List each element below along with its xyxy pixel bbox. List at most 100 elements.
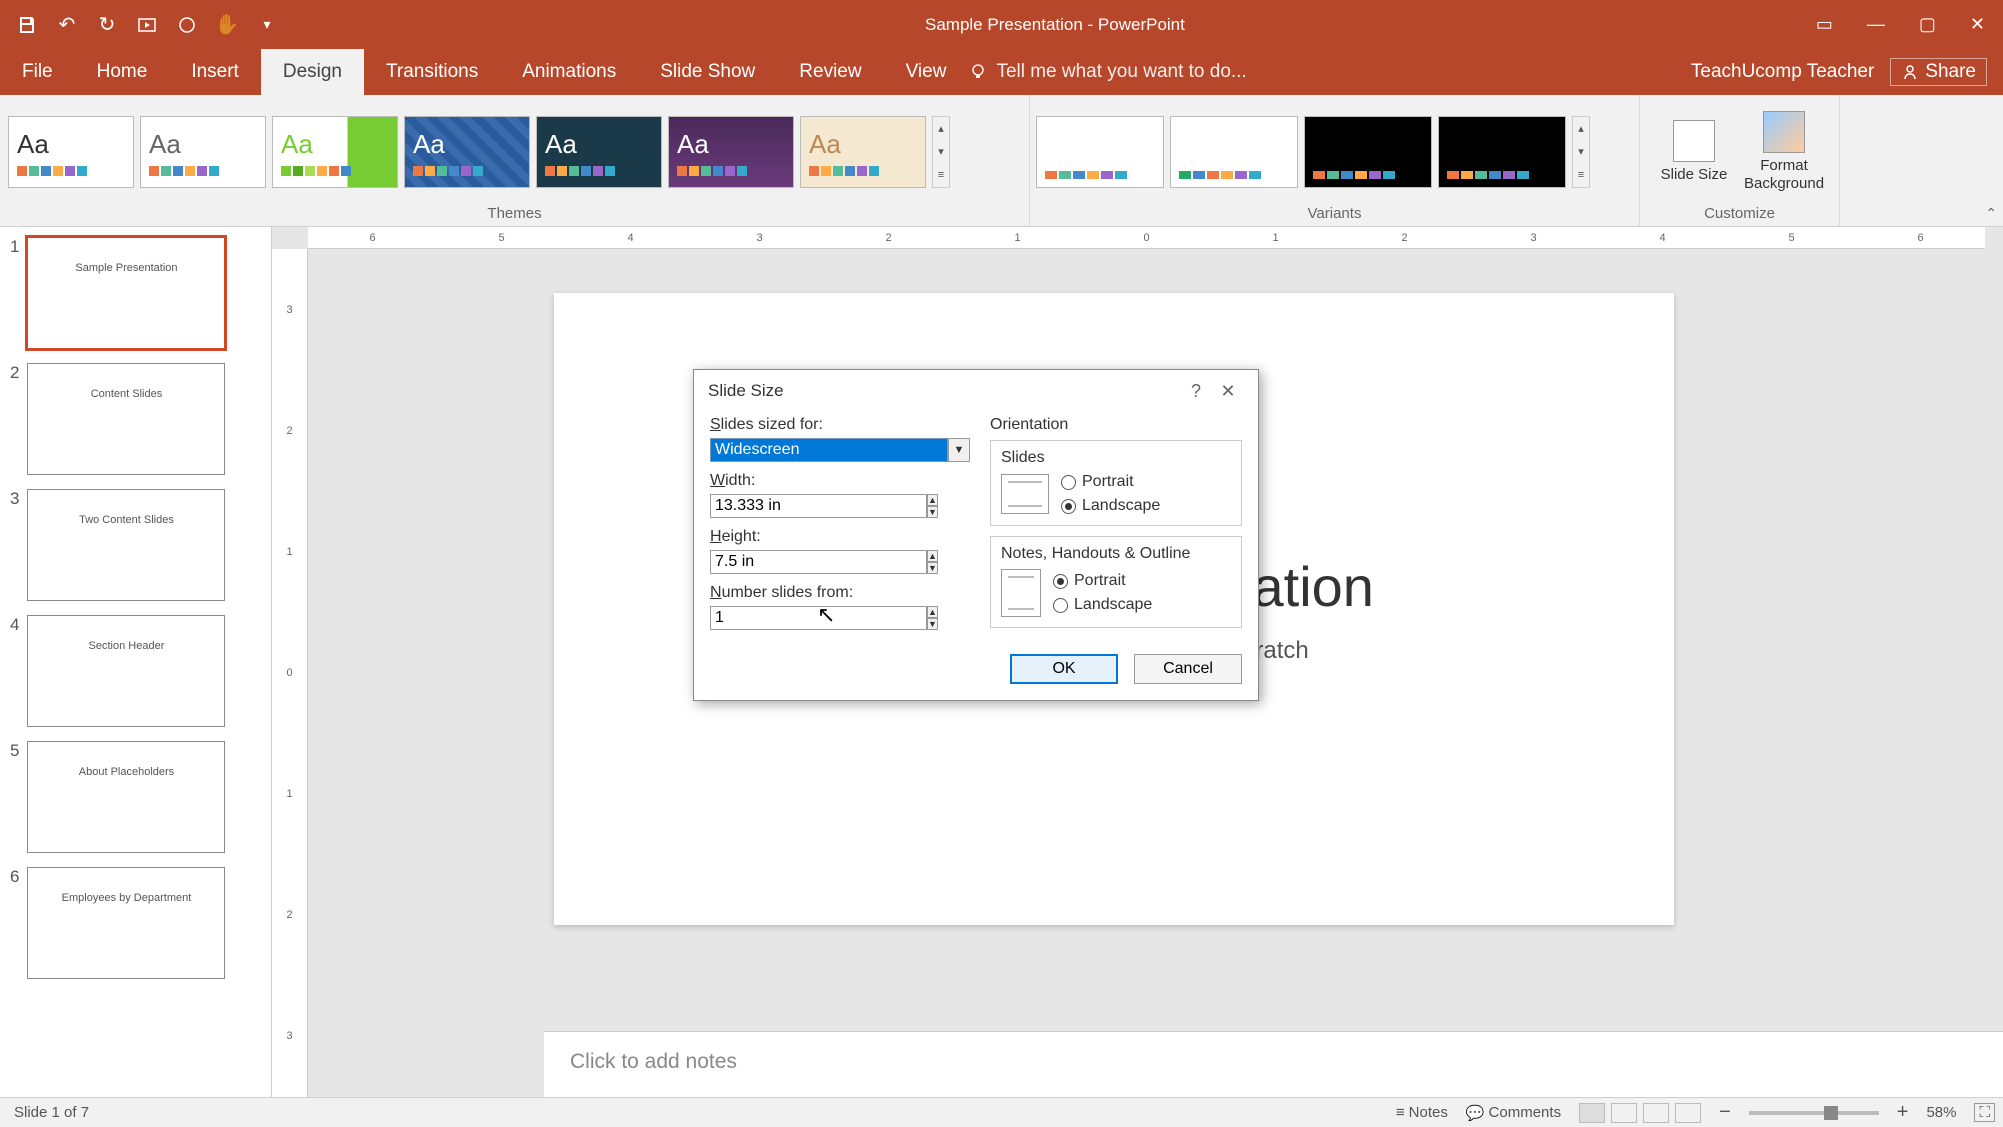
- tab-file[interactable]: File: [0, 49, 75, 95]
- slide-sorter-view-icon[interactable]: [1611, 1103, 1637, 1123]
- group-label-variants: Variants: [1036, 205, 1633, 224]
- theme-thumbnail[interactable]: Aa: [8, 116, 134, 188]
- slide-thumbnail[interactable]: About Placeholders: [27, 741, 225, 853]
- slide-thumbnail-panel[interactable]: 1 Sample Presentation 2 Content Slides 3…: [0, 227, 272, 1097]
- variant-thumbnail[interactable]: [1304, 116, 1432, 188]
- share-icon: [1901, 63, 1919, 81]
- spin-down[interactable]: ▼: [927, 506, 938, 518]
- touch-mode-icon[interactable]: ✋: [214, 12, 240, 38]
- circle-icon[interactable]: [174, 12, 200, 38]
- themes-gallery-more[interactable]: ▴▾≡: [932, 116, 950, 188]
- spin-down[interactable]: ▼: [927, 562, 938, 574]
- theme-thumbnail[interactable]: Aa: [668, 116, 794, 188]
- radio-slides-portrait[interactable]: Portrait: [1061, 473, 1160, 491]
- undo-icon[interactable]: ↶: [54, 12, 80, 38]
- slide-size-icon: [1673, 120, 1715, 162]
- slides-sized-for-dropdown[interactable]: Widescreen: [710, 438, 948, 462]
- tab-design[interactable]: Design: [261, 49, 364, 95]
- tell-me-search[interactable]: Tell me what you want to do...: [968, 49, 1690, 95]
- slides-orientation-group: Slides Portrait Landscape: [990, 440, 1242, 526]
- zoom-in-button[interactable]: +: [1897, 1101, 1909, 1124]
- slide-thumbnail[interactable]: Two Content Slides: [27, 489, 225, 601]
- ok-button[interactable]: OK: [1010, 654, 1118, 684]
- start-from-beginning-icon[interactable]: [134, 12, 160, 38]
- number-from-input[interactable]: [710, 606, 927, 630]
- slide-thumbnail[interactable]: Sample Presentation: [27, 237, 225, 349]
- maximize-icon[interactable]: ▢: [1919, 14, 1936, 35]
- spin-up[interactable]: ▲: [927, 494, 938, 506]
- thumb-number: 4: [10, 615, 19, 635]
- variant-thumbnail[interactable]: [1438, 116, 1566, 188]
- tab-review[interactable]: Review: [777, 49, 883, 95]
- spin-down[interactable]: ▼: [927, 618, 938, 630]
- width-input[interactable]: [710, 494, 927, 518]
- reading-view-icon[interactable]: [1643, 1103, 1669, 1123]
- variants-gallery-more[interactable]: ▴▾≡: [1572, 116, 1590, 188]
- format-background-button[interactable]: Format Background: [1744, 111, 1824, 193]
- label-height: Height:: [710, 528, 970, 546]
- slide-size-dialog: Slide Size ? ✕ Slides sized for: Widescr…: [693, 369, 1259, 701]
- comments-toggle[interactable]: 💬 Comments: [1466, 1104, 1561, 1122]
- tab-slideshow[interactable]: Slide Show: [638, 49, 777, 95]
- height-input[interactable]: [710, 550, 927, 574]
- dropdown-button[interactable]: ▼: [948, 438, 970, 462]
- variant-thumbnail[interactable]: [1170, 116, 1298, 188]
- notes-pane[interactable]: Click to add notes: [544, 1031, 2003, 1097]
- tab-view[interactable]: View: [884, 49, 969, 95]
- theme-thumbnail[interactable]: Aa: [536, 116, 662, 188]
- thumb-number: 1: [10, 237, 19, 257]
- collapse-ribbon-icon[interactable]: ⌃: [1985, 205, 1997, 222]
- share-button[interactable]: Share: [1890, 58, 1987, 86]
- zoom-out-button[interactable]: −: [1719, 1101, 1731, 1124]
- group-label-themes: Themes: [6, 205, 1023, 224]
- dialog-titlebar[interactable]: Slide Size ? ✕: [694, 370, 1258, 412]
- ribbon-display-icon[interactable]: ▭: [1816, 14, 1833, 35]
- slideshow-view-icon[interactable]: [1675, 1103, 1701, 1123]
- legend-slides: Slides: [997, 449, 1049, 467]
- variant-thumbnail[interactable]: [1036, 116, 1164, 188]
- radio-notes-landscape[interactable]: Landscape: [1053, 596, 1152, 614]
- notes-toggle[interactable]: ≡ Notes: [1396, 1104, 1448, 1121]
- theme-thumbnail[interactable]: Aa: [800, 116, 926, 188]
- zoom-slider[interactable]: [1749, 1111, 1879, 1115]
- fit-to-window-icon[interactable]: ⛶: [1974, 1103, 1995, 1122]
- tell-me-placeholder: Tell me what you want to do...: [996, 61, 1246, 83]
- radio-slides-landscape[interactable]: Landscape: [1061, 497, 1160, 515]
- slide-thumbnail[interactable]: Employees by Department: [27, 867, 225, 979]
- format-background-icon: [1763, 111, 1805, 153]
- ribbon-tabs: File Home Insert Design Transitions Anim…: [0, 49, 2003, 95]
- tab-home[interactable]: Home: [75, 49, 170, 95]
- vertical-ruler: 3210123: [272, 249, 308, 1097]
- save-icon[interactable]: [14, 12, 40, 38]
- dialog-close-icon[interactable]: ✕: [1212, 381, 1244, 402]
- redo-icon[interactable]: ↻: [94, 12, 120, 38]
- minimize-icon[interactable]: ―: [1867, 14, 1885, 35]
- thumb-number: 6: [10, 867, 19, 887]
- cancel-button[interactable]: Cancel: [1134, 654, 1242, 684]
- theme-thumbnail[interactable]: Aa: [272, 116, 398, 188]
- ribbon: Aa Aa Aa Aa Aa Aa Aa ▴▾≡ Themes ▴▾≡ Vari…: [0, 95, 2003, 227]
- close-icon[interactable]: ✕: [1970, 14, 1985, 35]
- tab-transitions[interactable]: Transitions: [364, 49, 500, 95]
- spin-up[interactable]: ▲: [927, 550, 938, 562]
- thumb-number: 2: [10, 363, 19, 383]
- dialog-help-icon[interactable]: ?: [1180, 381, 1212, 402]
- slide-thumbnail[interactable]: Content Slides: [27, 363, 225, 475]
- slide-thumbnail[interactable]: Section Header: [27, 615, 225, 727]
- window-title: Sample Presentation - PowerPoint: [294, 15, 1816, 35]
- tab-insert[interactable]: Insert: [169, 49, 261, 95]
- label-width: Width:: [710, 472, 970, 490]
- user-name[interactable]: TeachUcomp Teacher: [1691, 61, 1874, 83]
- label-orientation: Orientation: [990, 416, 1242, 434]
- theme-thumbnail[interactable]: Aa: [404, 116, 530, 188]
- themes-group: Aa Aa Aa Aa Aa Aa Aa ▴▾≡ Themes: [0, 95, 1030, 226]
- qat-customize-icon[interactable]: ▾: [254, 12, 280, 38]
- zoom-percent[interactable]: 58%: [1926, 1104, 1956, 1121]
- theme-thumbnail[interactable]: Aa: [140, 116, 266, 188]
- slide-size-button[interactable]: Slide Size: [1654, 120, 1734, 184]
- tab-animations[interactable]: Animations: [500, 49, 638, 95]
- radio-notes-portrait[interactable]: Portrait: [1053, 572, 1152, 590]
- window-controls: ▭ ― ▢ ✕: [1816, 14, 2003, 35]
- normal-view-icon[interactable]: [1579, 1103, 1605, 1123]
- spin-up[interactable]: ▲: [927, 606, 938, 618]
